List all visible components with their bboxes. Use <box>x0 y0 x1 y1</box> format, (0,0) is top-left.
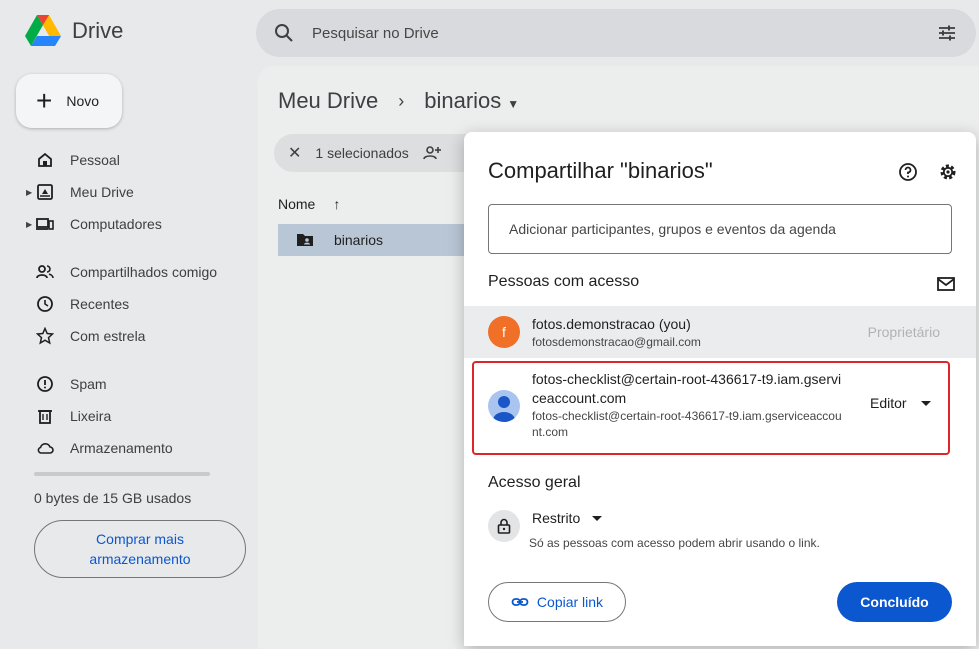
sidebar-item-label: Computadores <box>70 216 162 232</box>
storage-usage-text: 0 bytes de 15 GB usados <box>34 490 192 506</box>
sidebar-item-label: Com estrela <box>70 328 146 344</box>
search-bar[interactable]: Pesquisar no Drive <box>256 9 976 57</box>
list-item: fotos-checklist@certain-root-436617-t9.i… <box>464 362 976 454</box>
arrow-up-icon: ↑ <box>333 196 341 212</box>
breadcrumb: Meu Drive › binarios ▼ <box>278 88 519 114</box>
sidebar-item-label: Lixeira <box>70 408 112 424</box>
sidebar-item-pessoal[interactable]: Pessoal <box>0 144 240 176</box>
done-button[interactable]: Concluído <box>837 582 952 622</box>
person-email: fotos-checklist@certain-root-436617-t9.i… <box>532 409 842 439</box>
person-name: fotos.demonstracao (you) <box>532 315 691 332</box>
sidebar-item-label: Spam <box>70 376 107 392</box>
list-item: f fotos.demonstracao (you) fotosdemonstr… <box>464 306 976 358</box>
star-icon <box>36 327 54 345</box>
column-header-label: Nome <box>278 196 316 212</box>
copy-link-button[interactable]: Copiar link <box>488 582 626 622</box>
search-input[interactable]: Pesquisar no Drive <box>312 25 936 42</box>
person-avatar-icon <box>493 396 515 422</box>
role-dropdown[interactable]: Editor <box>870 395 931 411</box>
expand-caret-icon[interactable]: ▶ <box>26 188 32 197</box>
storage-usage-bar <box>34 472 210 476</box>
sidebar-item-label: Pessoal <box>70 152 120 168</box>
new-button[interactable]: + Novo <box>16 74 122 128</box>
help-icon[interactable] <box>898 162 918 182</box>
chevron-right-icon: › <box>398 90 405 111</box>
drive-logo[interactable]: Drive <box>24 14 123 48</box>
general-access-description: Só as pessoas com acesso podem abrir usa… <box>529 536 820 550</box>
avatar: f <box>488 316 520 348</box>
sidebar-item-label: Recentes <box>70 296 130 312</box>
column-header-name[interactable]: Nome ↑ <box>278 196 340 212</box>
avatar <box>488 390 520 422</box>
selection-count: 1 selecionados <box>315 145 409 161</box>
sidebar-item-recentes[interactable]: Recentes <box>0 288 240 320</box>
sidebar-item-meu-drive[interactable]: ▶ Meu Drive <box>0 176 240 208</box>
plus-icon: + <box>36 85 53 116</box>
gear-icon[interactable] <box>938 162 958 182</box>
person-info: fotos-checklist@certain-root-436617-t9.i… <box>532 370 848 440</box>
drive-logo-icon <box>25 15 61 46</box>
home-icon <box>38 152 52 167</box>
person-info: fotos.demonstracao (you) fotosdemonstrac… <box>532 315 701 350</box>
sidebar-item-compartilhados[interactable]: Compartilhados comigo <box>0 256 240 288</box>
add-people-input[interactable]: Adicionar participantes, grupos e evento… <box>488 204 952 254</box>
buy-storage-button[interactable]: Comprar mais armazenamento <box>34 520 246 578</box>
caret-down-icon <box>592 515 603 521</box>
breadcrumb-root[interactable]: Meu Drive <box>278 88 378 114</box>
expand-caret-icon[interactable]: ▶ <box>26 220 32 229</box>
lock-icon <box>497 518 511 534</box>
computer-icon <box>36 218 54 230</box>
shared-folder-icon <box>297 234 313 246</box>
file-name: binarios <box>334 232 384 248</box>
sidebar-item-com-estrela[interactable]: Com estrela <box>0 320 240 352</box>
role-label: Editor <box>870 395 907 411</box>
search-icon <box>275 24 293 42</box>
person-email: fotosdemonstracao@gmail.com <box>532 334 701 349</box>
link-icon <box>511 598 529 606</box>
sidebar-item-label: Meu Drive <box>70 184 134 200</box>
lock-badge <box>488 510 520 542</box>
share-dialog: Compartilhar "binarios" Adicionar partic… <box>464 132 976 646</box>
sidebar-item-armazenamento[interactable]: Armazenamento <box>0 432 240 464</box>
sidebar-nav: Pessoal ▶ Meu Drive ▶ Computadores Compa… <box>0 144 246 578</box>
copy-link-label: Copiar link <box>536 594 604 610</box>
caret-down-icon: ▼ <box>507 97 520 111</box>
general-access-value: Restrito <box>532 510 581 526</box>
trash-icon <box>38 410 52 424</box>
breadcrumb-current[interactable]: binarios ▼ <box>424 88 519 114</box>
sidebar-item-label: Armazenamento <box>70 440 173 456</box>
sidebar-item-label: Compartilhados comigo <box>70 264 218 280</box>
people-with-access-heading: Pessoas com acesso <box>488 273 640 290</box>
caret-down-icon <box>920 400 931 406</box>
sidebar-item-spam[interactable]: Spam <box>0 368 240 400</box>
general-access-dropdown[interactable]: Restrito <box>532 510 603 526</box>
person-name: fotos-checklist@certain-root-436617-t9.i… <box>532 371 842 406</box>
drive-folder-icon <box>37 184 53 200</box>
cloud-icon <box>37 443 54 454</box>
new-button-label: Novo <box>66 93 100 109</box>
sidebar-item-computadores[interactable]: ▶ Computadores <box>0 208 240 240</box>
sidebar-item-lixeira[interactable]: Lixeira <box>0 400 240 432</box>
close-icon[interactable]: ✕ <box>288 143 301 163</box>
app-name: Drive <box>72 18 124 43</box>
share-person-icon[interactable] <box>423 144 441 162</box>
dialog-title: Compartilhar "binarios" <box>488 158 713 183</box>
mail-icon[interactable] <box>936 274 956 294</box>
clock-icon <box>37 296 53 312</box>
tune-icon[interactable] <box>936 22 958 44</box>
general-access-heading: Acesso geral <box>488 474 581 491</box>
spam-icon <box>37 376 53 392</box>
people-icon <box>36 265 54 279</box>
role-label: Proprietário <box>867 324 940 340</box>
